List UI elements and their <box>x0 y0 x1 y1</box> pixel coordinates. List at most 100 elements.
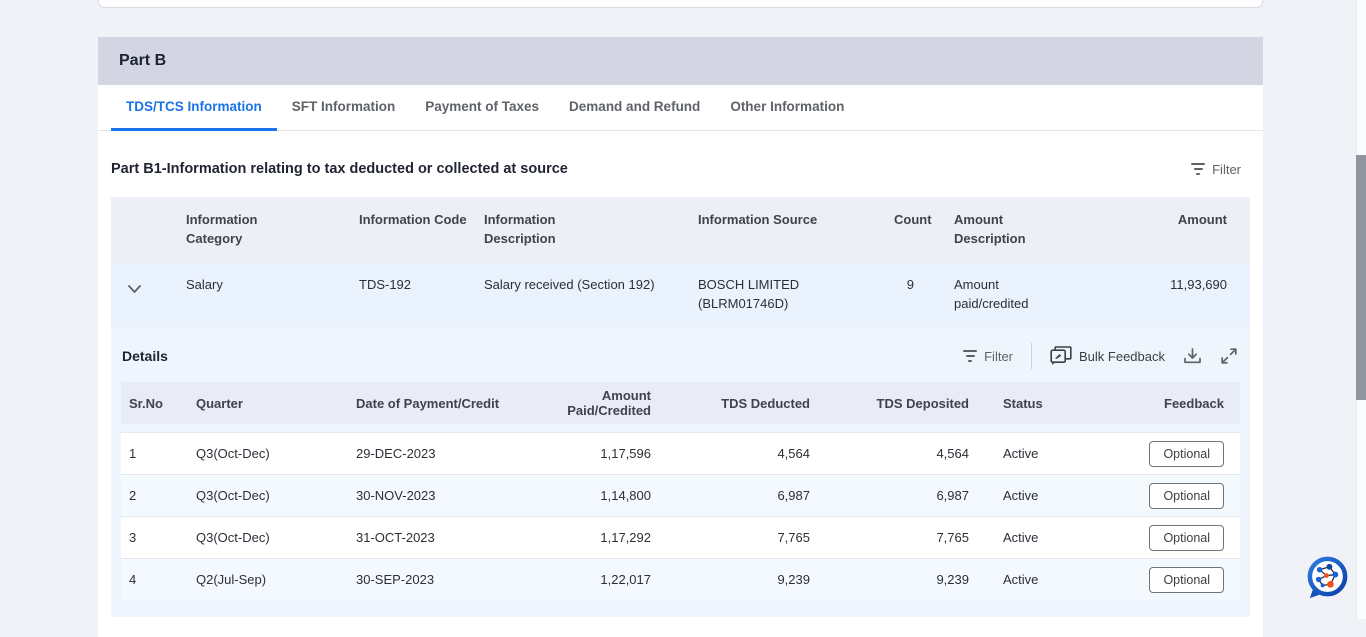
tab-demand-and-refund[interactable]: Demand and Refund <box>554 85 715 131</box>
tab-label: Payment of Taxes <box>425 99 539 114</box>
tab-label: SFT Information <box>292 99 396 114</box>
toolbar-divider <box>1031 343 1032 369</box>
col-status: Status <box>979 382 1090 424</box>
cell-date: 30-SEP-2023 <box>356 558 521 600</box>
details-filter-button[interactable]: Filter <box>963 349 1013 364</box>
summary-table: Information Category Information Code In… <box>111 197 1250 327</box>
col-amount-description: Amount Description <box>954 210 1049 248</box>
feedback-optional-button[interactable]: Optional <box>1149 525 1224 551</box>
summary-header-row: Information Category Information Code In… <box>111 197 1250 263</box>
cell-tds-deposited: 6,987 <box>820 474 979 516</box>
bulk-feedback-label: Bulk Feedback <box>1079 349 1165 364</box>
col-information-category: Information Category <box>186 210 281 248</box>
cell-sr-no: 3 <box>121 516 196 558</box>
col-information-source: Information Source <box>698 210 894 229</box>
col-sr-no: Sr.No <box>121 382 196 424</box>
expander-column-header <box>111 197 186 263</box>
expand-icon <box>1220 347 1238 365</box>
details-row-1: 1 Q3(Oct-Dec) 29-DEC-2023 1,17,596 4,564… <box>121 432 1240 474</box>
cell-status: Active <box>979 432 1090 474</box>
col-tds-deposited: TDS Deposited <box>820 382 979 424</box>
cell-date: 31-OCT-2023 <box>356 516 521 558</box>
col-information-description: Information Description <box>484 210 579 248</box>
table-spacer <box>121 424 1240 432</box>
col-date-of-payment: Date of Payment/Credit <box>356 382 521 424</box>
cell-tds-deposited: 7,765 <box>820 516 979 558</box>
filter-label: Filter <box>1212 162 1241 177</box>
details-table: Sr.No Quarter Date of Payment/Credit Amo… <box>121 382 1240 600</box>
part-b-header: Part B <box>98 37 1263 85</box>
summary-filter-button[interactable]: Filter <box>1191 162 1250 177</box>
chatbot-icon <box>1303 555 1350 602</box>
cell-information-category: Salary <box>186 263 359 327</box>
tab-payment-of-taxes[interactable]: Payment of Taxes <box>410 85 554 131</box>
bulk-feedback-button[interactable]: Bulk Feedback <box>1050 346 1165 366</box>
summary-row-salary: Salary TDS-192 Salary received (Section … <box>111 263 1250 327</box>
cell-quarter: Q3(Oct-Dec) <box>196 474 356 516</box>
col-count: Count <box>894 210 932 229</box>
cell-tds-deducted: 9,239 <box>660 558 820 600</box>
filter-icon <box>963 350 977 362</box>
section-header: Part B1-Information relating to tax dedu… <box>111 161 1250 177</box>
cell-amount-paid: 1,22,017 <box>521 558 660 600</box>
cell-status: Active <box>979 516 1090 558</box>
download-button[interactable] <box>1183 347 1202 365</box>
scrollbar-track[interactable] <box>1356 0 1366 619</box>
cell-sr-no: 1 <box>121 432 196 474</box>
details-row-3: 3 Q3(Oct-Dec) 31-OCT-2023 1,17,292 7,765… <box>121 516 1240 558</box>
download-icon <box>1183 347 1202 365</box>
cell-information-code: TDS-192 <box>359 263 484 327</box>
chatbot-button[interactable] <box>1303 555 1350 602</box>
bulk-feedback-icon <box>1050 346 1072 366</box>
cell-tds-deposited: 4,564 <box>820 432 979 474</box>
cell-information-description: Salary received (Section 192) <box>484 263 698 327</box>
tab-other-information[interactable]: Other Information <box>715 85 859 131</box>
details-toolbar: Filter Bulk Feedback <box>963 343 1238 369</box>
cell-quarter: Q3(Oct-Dec) <box>196 432 356 474</box>
cell-date: 29-DEC-2023 <box>356 432 521 474</box>
details-header: Details Filter Bulk Feed <box>121 337 1240 382</box>
details-panel: Details Filter Bulk Feed <box>111 327 1250 617</box>
ais-portal-page: { "colors": { "accent": "#1a73e8", "part… <box>0 0 1366 619</box>
expand-button[interactable] <box>1220 347 1238 365</box>
cell-tds-deducted: 4,564 <box>660 432 820 474</box>
cell-amount-description: Amount paid/credited <box>954 275 1036 313</box>
cell-sr-no: 4 <box>121 558 196 600</box>
cell-tds-deducted: 7,765 <box>660 516 820 558</box>
col-information-code: Information Code <box>359 210 484 229</box>
cell-information-source: BOSCH LIMITED (BLRM01746D) <box>698 275 838 313</box>
tab-tds-tcs-information[interactable]: TDS/TCS Information <box>111 85 277 131</box>
cell-status: Active <box>979 558 1090 600</box>
col-feedback: Feedback <box>1090 382 1240 424</box>
cell-amount-paid: 1,17,596 <box>521 432 660 474</box>
row-expander[interactable] <box>111 263 186 327</box>
filter-label: Filter <box>984 349 1013 364</box>
cell-status: Active <box>979 474 1090 516</box>
feedback-optional-button[interactable]: Optional <box>1149 441 1224 467</box>
col-amount: Amount <box>1178 210 1227 229</box>
tab-label: TDS/TCS Information <box>126 99 262 114</box>
tab-label: Other Information <box>730 99 844 114</box>
filter-icon <box>1191 163 1205 175</box>
col-amount-paid: Amount Paid/Credited <box>521 382 660 424</box>
col-tds-deducted: TDS Deducted <box>660 382 820 424</box>
cell-count: 9 <box>894 263 954 327</box>
part-b-title: Part B <box>119 52 166 70</box>
details-row-2: 2 Q3(Oct-Dec) 30-NOV-2023 1,14,800 6,987… <box>121 474 1240 516</box>
cell-amount-paid: 1,14,800 <box>521 474 660 516</box>
section-title: Part B1-Information relating to tax dedu… <box>111 161 568 177</box>
scrollbar-thumb[interactable] <box>1356 155 1366 400</box>
tab-bar: TDS/TCS Information SFT Information Paym… <box>98 85 1263 131</box>
cell-quarter: Q3(Oct-Dec) <box>196 516 356 558</box>
cell-quarter: Q2(Jul-Sep) <box>196 558 356 600</box>
tab-sft-information[interactable]: SFT Information <box>277 85 411 131</box>
cell-amount: 11,93,690 <box>1124 263 1250 327</box>
chevron-down-icon <box>128 285 141 293</box>
feedback-optional-button[interactable]: Optional <box>1149 567 1224 593</box>
feedback-optional-button[interactable]: Optional <box>1149 483 1224 509</box>
details-title: Details <box>122 348 168 364</box>
cell-date: 30-NOV-2023 <box>356 474 521 516</box>
part-b-card: Part B TDS/TCS Information SFT Informati… <box>98 37 1263 637</box>
cell-amount-paid: 1,17,292 <box>521 516 660 558</box>
cell-tds-deposited: 9,239 <box>820 558 979 600</box>
